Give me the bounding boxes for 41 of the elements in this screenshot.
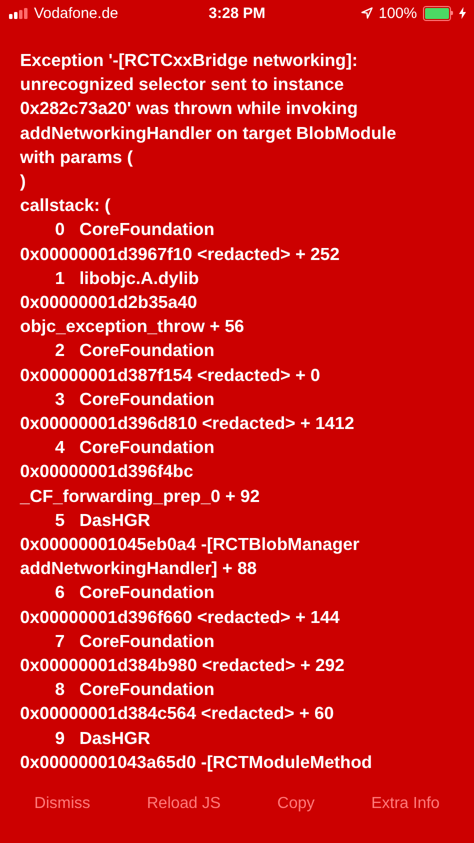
stack-frame-address: 0x00000001045eb0a4 -[RCTBlobManager — [20, 533, 360, 556]
stack-frame-module: 0 CoreFoundation — [54, 218, 216, 242]
stack-frame-module: 2 CoreFoundation — [54, 339, 216, 362]
stack-frame-module: 5 DasHGR — [54, 508, 152, 532]
stack-frame-address: 0x00000001d384c564 <redacted> + 60 — [20, 702, 335, 726]
signal-icon — [9, 8, 29, 18]
location-arrow-icon — [360, 7, 373, 19]
stack-frame-address: _CF_forwarding_prep_0 + 92 — [20, 484, 261, 508]
stack-frame-address: 0x00000001d396f660 <redacted> + 144 — [20, 606, 341, 629]
stack-frame-address: 0x00000001d3967f10 <redacted> + 252 — [20, 242, 341, 266]
stack-frame-module: 6 CoreFoundation — [54, 581, 216, 604]
stack-frame-module: 8 CoreFoundation — [54, 678, 216, 702]
error-message-line: with params ( — [20, 146, 134, 169]
stack-frame-address: 0x00000001d396f4bc — [20, 460, 194, 484]
error-message-line: Exception '-[RCTCxxBridge networking]: — [20, 49, 359, 72]
stack-frame-address: 0x00000001d2b35a40 — [20, 291, 198, 314]
action-button[interactable]: Reload JS — [140, 791, 227, 817]
stack-frame-module: 1 libobjc.A.dylib — [54, 266, 200, 290]
stack-frame-module: 4 CoreFoundation — [54, 436, 216, 460]
stack-frame-module: 3 CoreFoundation — [54, 388, 216, 411]
stack-frame-address: addNetworkingHandler] + 88 — [20, 557, 258, 580]
carrier-name: Vodafone.de — [34, 4, 118, 22]
clock-time: 3:28 PM — [208, 4, 266, 22]
battery-percent: 100% — [378, 4, 417, 22]
stack-frame-module: 7 CoreFoundation — [54, 630, 216, 653]
stack-frame-address: objc_exception_throw + 56 — [20, 315, 246, 338]
stack-frame-address: 0x00000001d396d810 <redacted> + 1412 — [20, 412, 356, 436]
action-button[interactable]: Dismiss — [28, 791, 96, 817]
charging-bolt-icon — [459, 7, 466, 19]
stack-frame-address: 0x00000001043a65d0 -[RCTModuleMethod — [20, 750, 374, 773]
error-message-line: addNetworkingHandler on target BlobModule — [20, 122, 398, 145]
action-button[interactable]: Extra Info — [365, 791, 446, 817]
error-message-line: callstack: ( — [20, 194, 112, 218]
error-message-line: ) — [20, 170, 27, 194]
stack-frame-address: 0x00000001d387f154 <redacted> + 0 — [20, 364, 322, 387]
action-button[interactable]: Copy — [271, 791, 321, 817]
battery-icon — [423, 6, 453, 20]
stack-frame-module: 9 DasHGR — [54, 726, 152, 750]
error-message-line: 0x282c73a20' was thrown while invoking — [20, 97, 359, 120]
error-message-line: unrecognized selector sent to instance — [20, 73, 345, 96]
stack-frame-address: 0x00000001d384b980 <redacted> + 292 — [20, 654, 346, 678]
